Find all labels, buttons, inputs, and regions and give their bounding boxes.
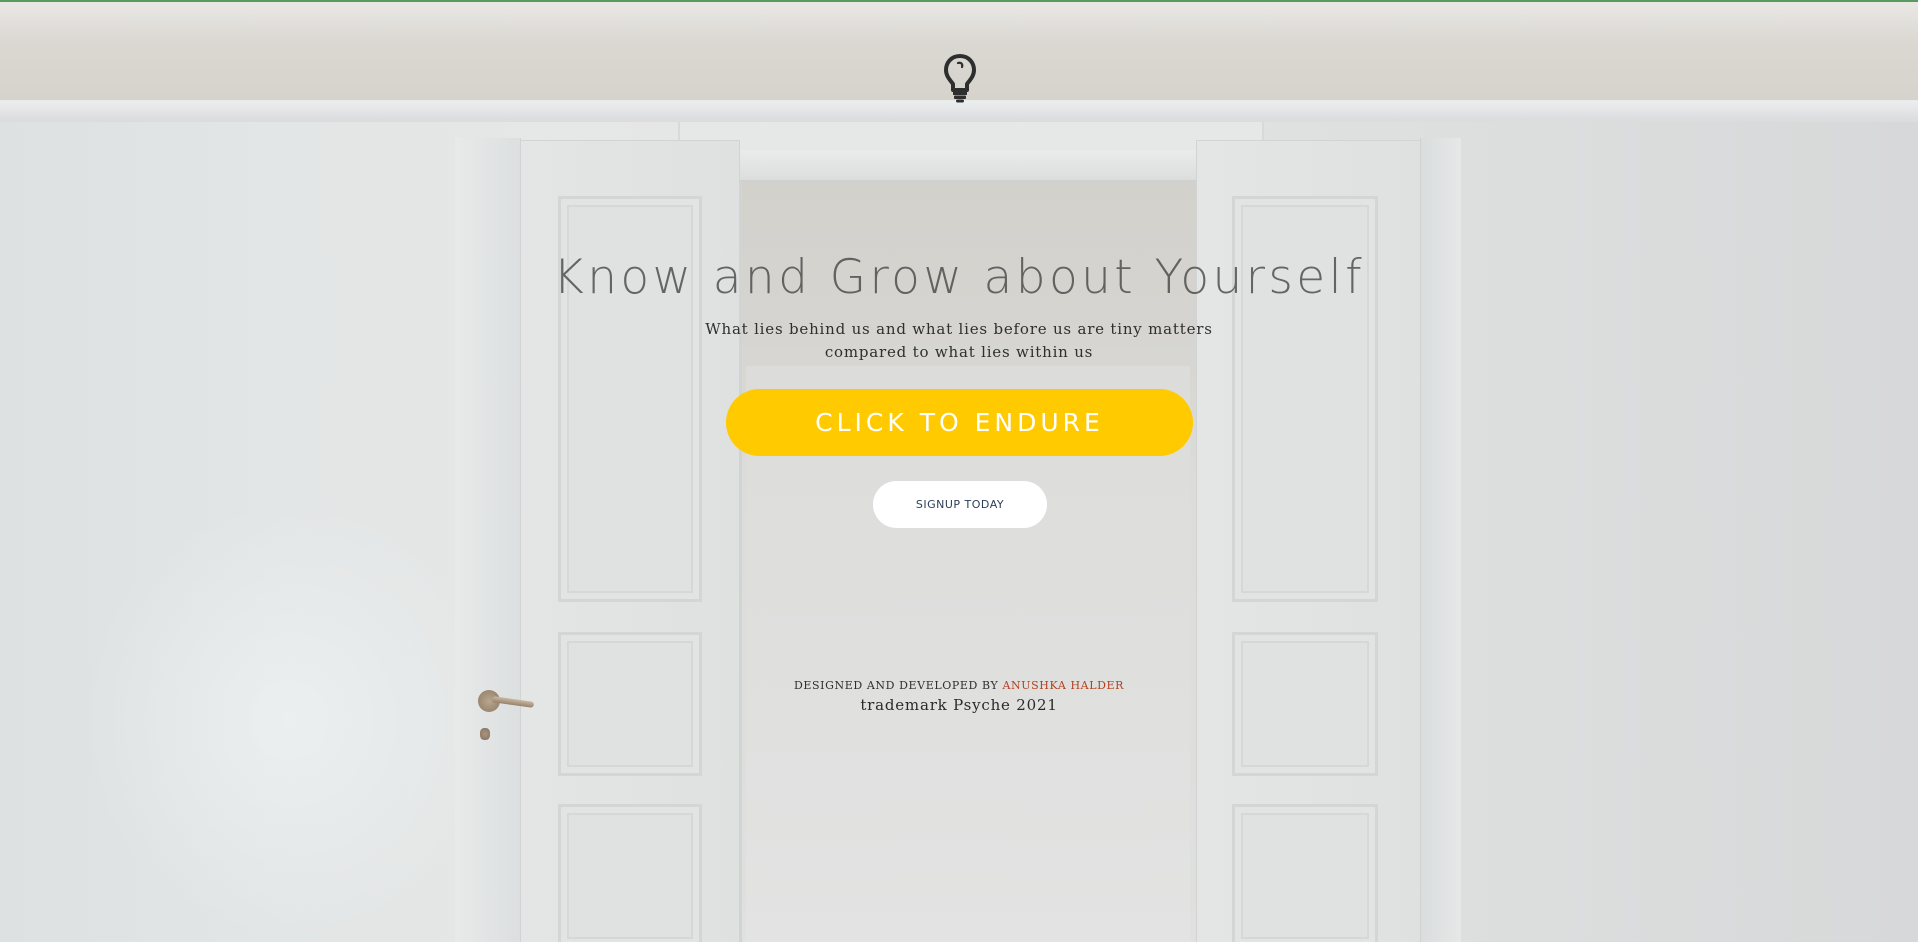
door-panel [1232, 632, 1378, 776]
door-keyhole [480, 728, 490, 740]
hero-title: Know and Grow about Yourself [552, 250, 1366, 305]
door-panel [1232, 804, 1378, 942]
credit-line: DESIGNED AND DEVELOPED BY ANUSHKA HALDER [709, 679, 1209, 692]
background-image [0, 0, 1918, 942]
lightbulb-icon[interactable] [943, 53, 977, 103]
author-link[interactable]: ANUSHKA HALDER [1002, 679, 1124, 692]
door-panel [558, 632, 702, 776]
wall-light [80, 500, 500, 940]
hero-subtitle-line: compared to what lies within us [824, 343, 1094, 361]
credit-prefix: DESIGNED AND DEVELOPED BY [793, 679, 999, 692]
trademark-text: trademark Psyche 2021 [860, 696, 1058, 714]
hero-subtitle: What lies behind us and what lies before… [659, 318, 1259, 364]
hero-subtitle-line: What lies behind us and what lies before… [705, 320, 1213, 338]
cornice [0, 100, 1918, 123]
door-frame-head [700, 150, 1240, 182]
door-panel [558, 804, 702, 942]
click-to-endure-button[interactable]: CLICK TO ENDURE [726, 389, 1193, 456]
door-handle [478, 690, 535, 712]
signup-today-button[interactable]: SIGNUP TODAY [873, 481, 1047, 528]
